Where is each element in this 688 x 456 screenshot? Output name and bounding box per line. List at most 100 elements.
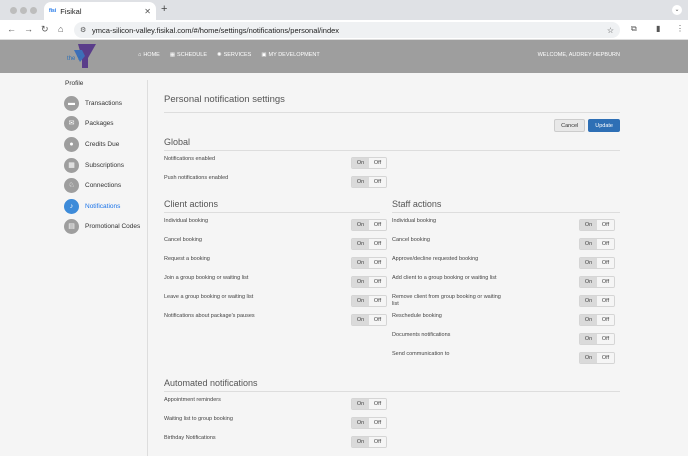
toggle-off[interactable]: Off bbox=[597, 239, 614, 249]
toggle-on[interactable]: On bbox=[352, 315, 369, 325]
toggle-off[interactable]: Off bbox=[369, 418, 386, 428]
on-off-toggle[interactable]: On Off bbox=[579, 238, 615, 250]
bookmark-star-icon[interactable]: ☆ bbox=[607, 26, 614, 35]
on-off-toggle[interactable]: On Off bbox=[579, 295, 615, 307]
on-off-toggle[interactable]: On Off bbox=[579, 333, 615, 345]
toggle-on[interactable]: On bbox=[352, 220, 369, 230]
toggle-on[interactable]: On bbox=[352, 437, 369, 447]
toggle-on[interactable]: On bbox=[352, 296, 369, 306]
browser-menu-icon[interactable]: ⋮ bbox=[676, 24, 684, 33]
extensions-icon[interactable]: ⧉ bbox=[631, 24, 637, 34]
on-off-toggle[interactable]: On Off bbox=[579, 276, 615, 288]
toggle-off[interactable]: Off bbox=[369, 258, 386, 268]
on-off-toggle[interactable]: On Off bbox=[351, 276, 387, 288]
toggle-off[interactable]: Off bbox=[597, 296, 614, 306]
toggle-off[interactable]: Off bbox=[369, 277, 386, 287]
toggle-on[interactable]: On bbox=[580, 334, 597, 344]
tab-search-icon[interactable]: ⌄ bbox=[672, 5, 682, 15]
toggle-off[interactable]: Off bbox=[369, 437, 386, 447]
transactions-icon: ▬ bbox=[64, 95, 79, 111]
toggle-on[interactable]: On bbox=[580, 258, 597, 268]
site-info-icon[interactable]: ⚙ bbox=[80, 26, 86, 34]
toggle-off[interactable]: Off bbox=[597, 315, 614, 325]
toggle-off[interactable]: Off bbox=[369, 158, 386, 168]
toggle-off[interactable]: Off bbox=[597, 334, 614, 344]
toggle-off[interactable]: Off bbox=[369, 239, 386, 249]
toggle-on[interactable]: On bbox=[352, 277, 369, 287]
toggle-off[interactable]: Off bbox=[369, 399, 386, 409]
sidebar-item-credits-due[interactable]: ● Credits Due bbox=[64, 134, 147, 155]
toggle-on[interactable]: On bbox=[352, 158, 369, 168]
on-off-toggle[interactable]: On Off bbox=[351, 436, 387, 448]
on-off-toggle[interactable]: On Off bbox=[351, 238, 387, 250]
toggle-off[interactable]: Off bbox=[597, 277, 614, 287]
window-maximize-button[interactable] bbox=[30, 7, 37, 14]
toggle-on[interactable]: On bbox=[580, 315, 597, 325]
menu-home[interactable]: ⌂ HOME bbox=[138, 52, 160, 58]
setting-label: Push notifications enabled bbox=[164, 175, 229, 181]
toggle-on[interactable]: On bbox=[352, 258, 369, 268]
toggle-on[interactable]: On bbox=[352, 399, 369, 409]
window-close-button[interactable] bbox=[10, 7, 17, 14]
toggle-off[interactable]: Off bbox=[369, 315, 386, 325]
toggle-on[interactable]: On bbox=[580, 353, 597, 363]
setting-row: Appointment reminders On Off bbox=[164, 397, 620, 416]
browser-tab[interactable]: fisi Fisikal ✕ bbox=[44, 2, 156, 20]
url-field[interactable]: ⚙ ymca-silicon-valley.fisikal.com/#/home… bbox=[74, 22, 620, 38]
divider bbox=[164, 391, 620, 392]
update-button[interactable]: Update bbox=[588, 119, 620, 132]
on-off-toggle[interactable]: On Off bbox=[351, 417, 387, 429]
toggle-on[interactable]: On bbox=[580, 239, 597, 249]
sidebar-item-connections[interactable]: ♘ Connections bbox=[64, 175, 147, 196]
toggle-on[interactable]: On bbox=[580, 277, 597, 287]
toggle-off[interactable]: Off bbox=[597, 220, 614, 230]
sidebar-item-transactions[interactable]: ▬ Transactions bbox=[64, 93, 147, 114]
profile-icon[interactable]: ▮ bbox=[656, 24, 660, 33]
sidebar-item-label: Transactions bbox=[85, 99, 122, 107]
on-off-toggle[interactable]: On Off bbox=[579, 314, 615, 326]
toggle-off[interactable]: Off bbox=[597, 258, 614, 268]
on-off-toggle[interactable]: On Off bbox=[351, 219, 387, 231]
window-minimize-button[interactable] bbox=[20, 7, 27, 14]
cancel-button[interactable]: Cancel bbox=[554, 119, 586, 132]
forward-icon[interactable]: → bbox=[24, 24, 33, 34]
reload-icon[interactable]: ↻ bbox=[41, 24, 49, 35]
sidebar-item-promotional-codes[interactable]: ▤ Promotional Codes bbox=[64, 217, 147, 238]
site-header: the Y ⌂ HOME ▦ SCHEDULE ✺ SERVICES ▣ MY DEVE… bbox=[0, 40, 688, 73]
sidebar-item-label: Promotional Codes bbox=[85, 223, 141, 231]
promo-icon: ▤ bbox=[64, 219, 79, 235]
toggle-off[interactable]: Off bbox=[597, 353, 614, 363]
toggle-on[interactable]: On bbox=[352, 418, 369, 428]
sidebar-item-notifications[interactable]: ♪ Notifications bbox=[64, 196, 147, 217]
ymca-logo[interactable]: the Y bbox=[66, 42, 96, 70]
toggle-on[interactable]: On bbox=[352, 239, 369, 249]
menu-my-development[interactable]: ▣ MY DEVELOPMENT bbox=[261, 52, 319, 58]
on-off-toggle[interactable]: On Off bbox=[351, 257, 387, 269]
home-icon[interactable]: ⌂ bbox=[58, 24, 63, 34]
toggle-off[interactable]: Off bbox=[369, 296, 386, 306]
on-off-toggle[interactable]: On Off bbox=[351, 176, 387, 188]
toggle-off[interactable]: Off bbox=[369, 220, 386, 230]
section-title-client-actions: Client actions bbox=[164, 199, 219, 209]
on-off-toggle[interactable]: On Off bbox=[351, 398, 387, 410]
on-off-toggle[interactable]: On Off bbox=[351, 314, 387, 326]
menu-schedule[interactable]: ▦ SCHEDULE bbox=[170, 52, 207, 58]
on-off-toggle[interactable]: On Off bbox=[579, 257, 615, 269]
back-icon[interactable]: ← bbox=[7, 24, 16, 34]
close-tab-icon[interactable]: ✕ bbox=[144, 7, 151, 16]
toggle-on[interactable]: On bbox=[580, 296, 597, 306]
menu-services[interactable]: ✺ SERVICES bbox=[217, 52, 251, 58]
sidebar-item-subscriptions[interactable]: ▦ Subscriptions bbox=[64, 155, 147, 176]
welcome-user[interactable]: WELCOME, AUDREY HEPBURN bbox=[538, 52, 620, 58]
new-tab-icon[interactable]: + bbox=[161, 3, 167, 15]
toggle-on[interactable]: On bbox=[352, 177, 369, 187]
sidebar-item-packages[interactable]: ✉ Packages bbox=[64, 114, 147, 135]
on-off-toggle[interactable]: On Off bbox=[351, 295, 387, 307]
on-off-toggle[interactable]: On Off bbox=[579, 219, 615, 231]
toggle-off[interactable]: Off bbox=[369, 177, 386, 187]
sidebar-item-label: Packages bbox=[85, 120, 114, 128]
toggle-on[interactable]: On bbox=[580, 220, 597, 230]
briefcase-icon: ▣ bbox=[261, 52, 267, 58]
on-off-toggle[interactable]: On Off bbox=[579, 352, 615, 364]
on-off-toggle[interactable]: On Off bbox=[351, 157, 387, 169]
